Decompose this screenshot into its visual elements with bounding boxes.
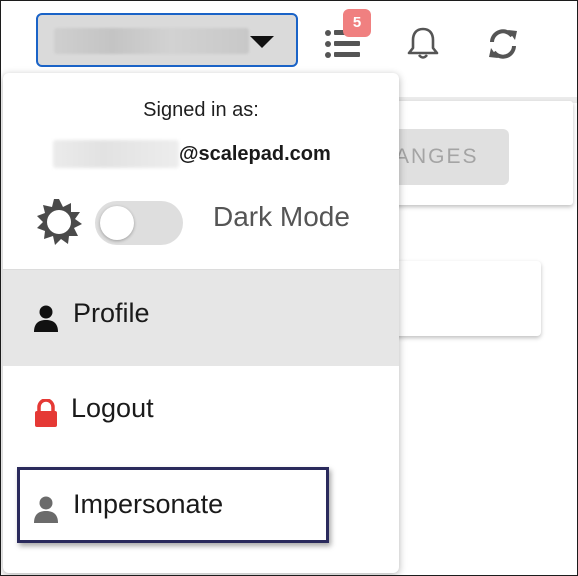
user-icon (34, 496, 58, 523)
email-domain: @scalepad.com (179, 143, 331, 165)
app-window: ANGES 5 Signed in as: @scalepad.com Dark… (0, 0, 578, 576)
menu-item-label: Profile (73, 298, 150, 328)
menu-item-profile[interactable]: Profile (3, 270, 399, 366)
bell-icon (407, 27, 439, 59)
caret-down-icon (250, 36, 274, 48)
menu-item-logout[interactable]: Logout (3, 365, 399, 461)
account-selector[interactable] (36, 13, 298, 67)
toggle-knob (100, 206, 134, 240)
tasks-count-badge: 5 (343, 9, 371, 37)
menu-item-impersonate[interactable]: Impersonate (3, 461, 399, 557)
sun-icon (37, 199, 82, 245)
sync-button[interactable] (486, 27, 520, 61)
background-card-secondary (381, 261, 541, 336)
menu-item-label: Impersonate (73, 489, 224, 519)
dark-mode-toggle[interactable] (95, 201, 183, 245)
signed-in-label: Signed in as: (143, 99, 259, 121)
email-user-redacted (53, 140, 179, 168)
menu-item-label: Logout (71, 393, 154, 423)
user-icon (34, 305, 58, 332)
sync-icon (489, 29, 517, 59)
dark-mode-label: Dark Mode (213, 201, 350, 232)
notifications-button[interactable] (405, 25, 441, 61)
user-menu: Signed in as: @scalepad.com Dark Mode Pr… (3, 73, 399, 573)
lock-icon (35, 399, 57, 427)
account-name-redacted (54, 28, 249, 54)
